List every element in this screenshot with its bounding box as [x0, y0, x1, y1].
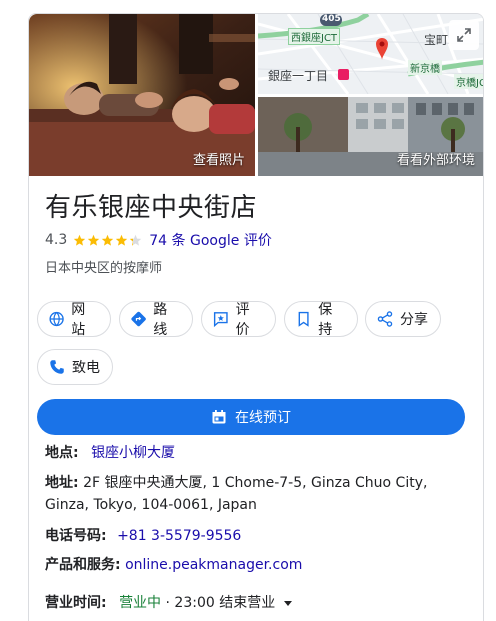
directions-button[interactable]: 路线 — [119, 299, 193, 339]
info-location: 地点: 银座小柳大厦 — [45, 442, 465, 464]
map-route-label: 405 — [322, 14, 341, 24]
hours-detail[interactable]: · 23:00 结束营业 — [166, 595, 276, 611]
services-link[interactable]: online.peakmanager.com — [125, 557, 302, 573]
street-view-label[interactable]: 看看外部环境 — [397, 149, 475, 168]
photo-gallery: 查看照片 405 西銀座JCT 宝町 銀座一丁目 新京橋 京橋JC 看看外部环境 — [29, 14, 483, 176]
review-button[interactable]: 评价 — [201, 299, 276, 339]
rating-row: 4.3 74 条 Google 评价 — [45, 230, 272, 250]
save-label[interactable]: 保持 — [318, 299, 345, 339]
map-thumbnail[interactable]: 405 西銀座JCT 宝町 銀座一丁目 新京橋 京橋JC — [258, 14, 483, 94]
street-view-thumbnail[interactable]: 看看外部环境 — [258, 97, 483, 176]
address-value: 2F 银座中央通大厦, 1 Chome-7-5, Ginza Chuo City… — [45, 475, 428, 513]
business-category: 日本中央区的按摩师 — [45, 261, 163, 276]
hours-label: 营业时间: — [45, 595, 107, 611]
phone-icon — [50, 360, 64, 374]
book-online-button[interactable]: 在线预订 — [37, 399, 465, 435]
star-icon — [116, 234, 128, 246]
view-photos-label[interactable]: 查看照片 — [193, 149, 245, 168]
website-label[interactable]: 网站 — [71, 299, 98, 339]
calendar-icon — [212, 410, 226, 424]
map-area3-label: 新京橋 — [408, 60, 442, 75]
call-label[interactable]: 致电 — [72, 357, 100, 377]
hours-status[interactable]: 营业中 — [119, 595, 161, 611]
phone-link[interactable]: +81 3-5579-9556 — [117, 528, 241, 544]
business-card: 查看照片 405 西銀座JCT 宝町 銀座一丁目 新京橋 京橋JC 看看外部环境… — [28, 13, 484, 621]
map-area4-label: 京橋JC — [454, 74, 483, 89]
business-name: 有乐银座中央街店 — [45, 193, 258, 223]
book-online-label[interactable]: 在线预订 — [235, 407, 291, 427]
directions-label[interactable]: 路线 — [153, 299, 180, 339]
globe-icon — [49, 311, 64, 327]
info-address: 地址: 2F 银座中央通大厦, 1 Chome-7-5, Ginza Chuo … — [45, 472, 465, 516]
bookmark-icon — [298, 311, 309, 327]
star-icon — [74, 234, 86, 246]
main-photo[interactable]: 查看照片 — [29, 14, 255, 176]
map-area2-label: 銀座一丁目 — [268, 69, 329, 83]
info-services: 产品和服务: online.peakmanager.com — [45, 554, 465, 576]
map-jct-label: 西銀座JCT — [288, 28, 341, 45]
rating-stars — [73, 234, 143, 247]
save-button[interactable]: 保持 — [284, 299, 358, 339]
expand-map-button[interactable] — [449, 20, 479, 50]
location-link[interactable]: 银座小柳大厦 — [91, 445, 175, 461]
star-icon — [88, 234, 100, 246]
address-label: 地址: — [45, 475, 79, 491]
hours-dropdown-icon[interactable] — [283, 600, 292, 606]
services-label: 产品和服务: — [45, 557, 121, 573]
directions-icon — [131, 311, 146, 327]
reviews-suffix[interactable]: 条 Google 评价 — [172, 233, 272, 249]
location-label: 地点: — [45, 445, 79, 461]
share-label[interactable]: 分享 — [400, 309, 428, 329]
phone-label: 电话号码: — [45, 528, 107, 544]
reviews-link[interactable]: 74 条 Google 评价 — [149, 230, 272, 250]
website-button[interactable]: 网站 — [37, 299, 111, 339]
call-button[interactable]: 致电 — [37, 349, 113, 385]
expand-icon — [457, 28, 471, 42]
share-icon — [377, 311, 393, 327]
reviews-count[interactable]: 74 — [149, 233, 167, 249]
star-icon — [130, 234, 142, 246]
map-area1-label: 宝町 — [424, 33, 449, 47]
review-label[interactable]: 评价 — [236, 299, 263, 339]
map-station-icon — [338, 69, 349, 80]
rating-value: 4.3 — [45, 232, 68, 248]
info-hours: 营业时间: 营业中 · 23:00 结束营业 — [45, 592, 465, 614]
share-button[interactable]: 分享 — [365, 301, 441, 337]
review-icon — [213, 312, 228, 328]
star-icon — [102, 234, 114, 246]
info-phone: 电话号码: +81 3-5579-9556 — [45, 525, 465, 547]
